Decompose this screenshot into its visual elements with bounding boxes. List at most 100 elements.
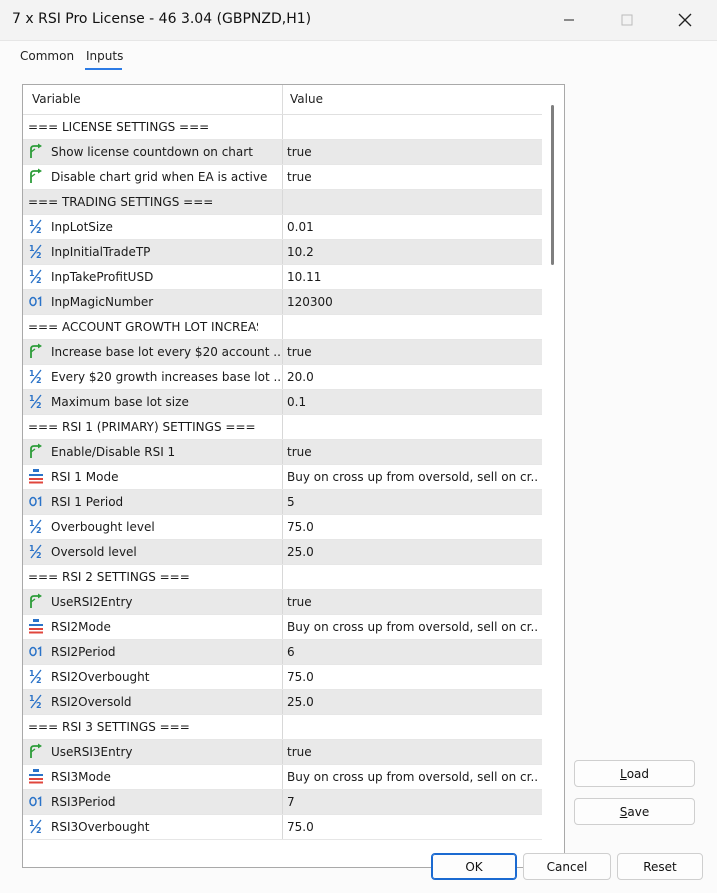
variable-name: UseRSI3Entry <box>51 745 133 759</box>
double-icon: 12 <box>28 243 44 259</box>
variable-value[interactable]: true <box>287 745 537 759</box>
section-header-row[interactable]: === RSI 2 SETTINGS === <box>23 565 542 590</box>
cell-divider <box>282 215 283 239</box>
column-header-variable[interactable]: Variable <box>32 92 81 106</box>
svg-text:2: 2 <box>36 676 42 684</box>
variable-value[interactable]: 25.0 <box>287 545 537 559</box>
table-row[interactable]: RSI2Period 6 <box>23 640 542 665</box>
cell-divider <box>282 265 283 289</box>
svg-text:1: 1 <box>29 219 35 228</box>
variable-value[interactable]: 10.11 <box>287 270 537 284</box>
table-row[interactable]: RSI3Mode Buy on cross up from oversold, s… <box>23 765 542 790</box>
close-button[interactable] <box>656 0 714 40</box>
svg-text:2: 2 <box>36 701 42 709</box>
variable-name: === LICENSE SETTINGS === <box>28 120 210 134</box>
svg-text:1: 1 <box>29 669 35 678</box>
variable-value[interactable]: 7 <box>287 795 537 809</box>
variable-value[interactable]: 120300 <box>287 295 537 309</box>
double-icon: 12 <box>28 393 44 409</box>
table-row[interactable]: Enable/Disable RSI 1 true <box>23 440 542 465</box>
table-row[interactable]: 1 2 RSI3Overbought 75.0 <box>23 815 542 840</box>
variable-name: RSI2Mode <box>51 620 111 634</box>
variable-value[interactable]: true <box>287 145 537 159</box>
section-header-row[interactable]: === LICENSE SETTINGS === <box>23 115 542 140</box>
table-row[interactable]: Show license countdown on chart true <box>23 140 542 165</box>
variable-value[interactable]: 10.2 <box>287 245 537 259</box>
variable-name: RSI2Oversold <box>51 695 132 709</box>
scrollbar-thumb[interactable] <box>551 105 554 265</box>
svg-text:1: 1 <box>29 519 35 528</box>
int-icon <box>28 493 44 509</box>
bool-icon <box>28 343 44 359</box>
table-row[interactable]: 1 2 RSI2Overbought 75.0 <box>23 665 542 690</box>
ok-button[interactable]: OK <box>431 853 517 880</box>
table-row[interactable]: UseRSI3Entry true <box>23 740 542 765</box>
table-row[interactable]: 1 2 InpTakeProfitUSD 10.11 <box>23 265 542 290</box>
maximize-button[interactable] <box>598 0 656 40</box>
save-button-mnemonic: S <box>619 804 628 819</box>
section-header-row[interactable]: === RSI 1 (PRIMARY) SETTINGS === <box>23 415 542 440</box>
variable-value[interactable]: 25.0 <box>287 695 537 709</box>
table-row[interactable]: 1 2 Every $20 growth increases base lot ..… <box>23 365 542 390</box>
variable-value[interactable]: Buy on cross up from oversold, sell on c… <box>287 470 537 484</box>
double-icon: 12 <box>28 268 44 284</box>
variable-value[interactable]: 0.1 <box>287 395 537 409</box>
svg-text:1: 1 <box>29 694 35 703</box>
table-row[interactable]: Disable chart grid when EA is active true <box>23 165 542 190</box>
variable-value[interactable]: Buy on cross up from oversold, sell on c… <box>287 620 537 634</box>
table-row[interactable]: 1 2 Overbought level 75.0 <box>23 515 542 540</box>
variable-name: RSI2Period <box>51 645 116 659</box>
minimize-button[interactable] <box>540 0 598 40</box>
section-header-row[interactable]: === RSI 3 SETTINGS === <box>23 715 542 740</box>
column-divider[interactable] <box>282 85 283 114</box>
variable-value[interactable]: 20.0 <box>287 370 537 384</box>
cell-divider <box>282 440 283 464</box>
double-icon: 12 <box>28 818 44 834</box>
svg-text:2: 2 <box>36 526 42 534</box>
variable-value[interactable]: 75.0 <box>287 670 537 684</box>
table-row[interactable]: 1 2 InpInitialTradeTP 10.2 <box>23 240 542 265</box>
table-row[interactable]: Increase base lot every $20 account ... t… <box>23 340 542 365</box>
double-icon: 12 <box>28 518 44 534</box>
cell-divider <box>282 690 283 714</box>
variable-value[interactable]: 6 <box>287 645 537 659</box>
variable-value[interactable]: 75.0 <box>287 820 537 834</box>
table-row[interactable]: RSI2Mode Buy on cross up from oversold, s… <box>23 615 542 640</box>
variable-value[interactable]: true <box>287 170 537 184</box>
table-row[interactable]: RSI3Period 7 <box>23 790 542 815</box>
variable-value[interactable]: 0.01 <box>287 220 537 234</box>
cancel-button[interactable]: Cancel <box>523 853 611 880</box>
variable-name: Overbought level <box>51 520 155 534</box>
load-button[interactable]: Load <box>574 760 695 787</box>
cell-divider <box>282 815 283 839</box>
save-button[interactable]: Save <box>574 798 695 825</box>
cell-divider <box>282 240 283 264</box>
section-header-row[interactable]: === TRADING SETTINGS === <box>23 190 542 215</box>
cell-divider <box>282 465 283 489</box>
variable-value[interactable]: true <box>287 595 537 609</box>
table-row[interactable]: 1 2 Maximum base lot size 0.1 <box>23 390 542 415</box>
close-icon <box>678 13 692 27</box>
tab-inputs[interactable]: Inputs <box>86 49 123 63</box>
section-header-row[interactable]: === ACCOUNT GROWTH LOT INCREASE ... <box>23 315 542 340</box>
column-header-value[interactable]: Value <box>290 92 323 106</box>
bool-icon <box>28 168 44 184</box>
table-row[interactable]: RSI 1 Mode Buy on cross up from oversold,… <box>23 465 542 490</box>
variable-value[interactable]: true <box>287 345 537 359</box>
double-icon: 12 <box>28 668 44 684</box>
table-row[interactable]: 1 2 RSI2Oversold 25.0 <box>23 690 542 715</box>
variable-value[interactable]: true <box>287 445 537 459</box>
variable-value[interactable]: 75.0 <box>287 520 537 534</box>
variable-value[interactable]: Buy on cross up from oversold, sell on c… <box>287 770 537 784</box>
variable-name: === TRADING SETTINGS === <box>28 195 214 209</box>
table-row[interactable]: 1 2 InpLotSize 0.01 <box>23 215 542 240</box>
inputs-table: Variable Value === LICENSE SETTINGS === S… <box>23 85 542 840</box>
table-row[interactable]: InpMagicNumber 120300 <box>23 290 542 315</box>
variable-value[interactable]: 5 <box>287 495 537 509</box>
variable-name: InpTakeProfitUSD <box>51 270 154 284</box>
reset-button[interactable]: Reset <box>617 853 703 880</box>
table-row[interactable]: RSI 1 Period 5 <box>23 490 542 515</box>
table-row[interactable]: 1 2 Oversold level 25.0 <box>23 540 542 565</box>
tab-common[interactable]: Common <box>20 49 74 63</box>
table-row[interactable]: UseRSI2Entry true <box>23 590 542 615</box>
